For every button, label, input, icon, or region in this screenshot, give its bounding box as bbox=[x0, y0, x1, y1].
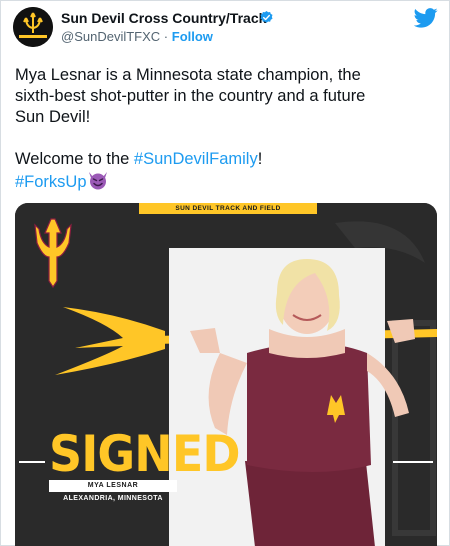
tweet-media-image[interactable]: SUN DEVIL TRACK AND FIELD SIGNED MYA LES… bbox=[15, 203, 437, 546]
hashtag-line: #ForksUp bbox=[15, 170, 435, 193]
signed-headline: SIGNED bbox=[49, 425, 241, 483]
smiling-devil-emoji-icon bbox=[88, 172, 107, 190]
tweet-card: Sun Devil Cross Country/Track @SunDevilT… bbox=[0, 0, 450, 546]
athlete-name: MYA LESNAR bbox=[49, 480, 177, 492]
verified-badge-icon bbox=[260, 10, 273, 23]
display-name[interactable]: Sun Devil Cross Country/Track bbox=[61, 10, 266, 26]
welcome-text: Welcome to the bbox=[15, 150, 134, 168]
account-handle[interactable]: @SunDevilTFXC bbox=[61, 29, 160, 44]
welcome-line: Welcome to the #SunDevilFamily! bbox=[15, 149, 435, 170]
banner-text: SUN DEVIL TRACK AND FIELD bbox=[139, 203, 317, 214]
exclaim-text: ! bbox=[257, 150, 263, 168]
hashtag-forksup[interactable]: #ForksUp bbox=[15, 173, 87, 191]
tweet-text: Mya Lesnar is a Minnesota state champion… bbox=[15, 65, 435, 193]
athlete-hometown: ALEXANDRIA, MINNESOTA bbox=[63, 495, 163, 502]
twitter-bird-icon[interactable] bbox=[414, 8, 438, 28]
tweet-text-line: Sun Devil! bbox=[15, 108, 91, 126]
hashtag-sundevilfamily[interactable]: #SunDevilFamily bbox=[134, 150, 258, 168]
trident-logo-icon bbox=[13, 7, 53, 47]
avatar[interactable] bbox=[13, 7, 53, 47]
handle-row: @SunDevilTFXC · Follow bbox=[61, 29, 213, 44]
tweet-text-line: Mya Lesnar is a Minnesota state champion… bbox=[15, 66, 361, 84]
follow-button[interactable]: Follow bbox=[172, 29, 213, 44]
tweet-text-line: sixth-best shot-putter in the country an… bbox=[15, 87, 366, 105]
separator-dot: · bbox=[163, 29, 169, 44]
